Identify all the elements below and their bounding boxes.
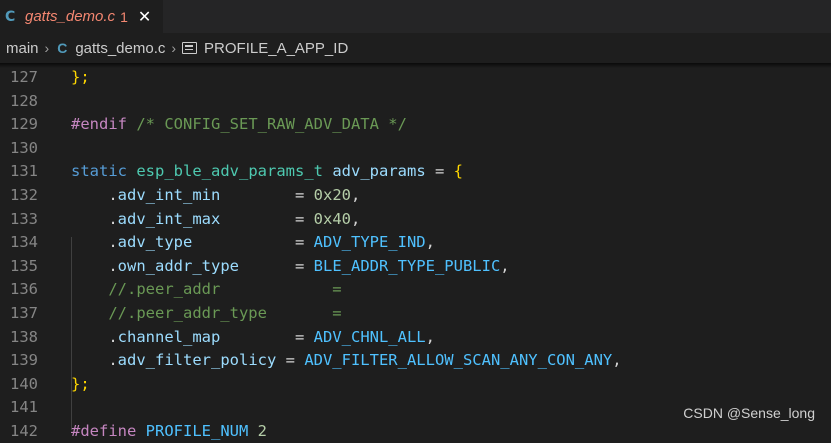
code-token: =: [192, 233, 314, 252]
code-token: =: [220, 209, 314, 228]
code-token: .: [71, 256, 118, 275]
line-number: 131: [10, 162, 38, 181]
code-token: 0x40: [313, 209, 351, 228]
line-number: 135: [10, 256, 38, 275]
line-number: 141: [10, 398, 38, 417]
code-token: =: [220, 186, 314, 204]
code-token: };: [71, 68, 90, 86]
code-text: .adv_type = ADV_TYPE_IND,: [71, 230, 435, 254]
code-line[interactable]: 133 .adv_int_max = 0x40,: [0, 207, 831, 231]
code-text: .adv_int_min = 0x20,: [71, 183, 360, 207]
code-token: //.peer_addr_type =: [71, 304, 342, 322]
code-token: adv_params: [332, 162, 426, 181]
code-text: };: [71, 65, 90, 89]
line-number: 134: [10, 233, 38, 252]
code-token: ADV_TYPE_IND: [313, 233, 426, 252]
line-number: 138: [10, 327, 38, 346]
code-token: 2: [257, 422, 267, 440]
line-number: 133: [10, 209, 38, 228]
scroll-shadow: [0, 63, 831, 68]
code-text: #endif /* CONFIG_SET_RAW_ADV_DATA */: [71, 112, 407, 136]
code-token: adv_type: [117, 233, 193, 252]
code-line[interactable]: 131 static esp_ble_adv_params_t adv_param…: [0, 159, 831, 183]
code-line[interactable]: 138 .channel_map = ADV_CHNL_ALL,: [0, 325, 831, 349]
code-token: .: [71, 209, 118, 228]
code-token: =: [425, 162, 454, 181]
code-line[interactable]: 142 #define PROFILE_NUM 2: [0, 419, 831, 443]
problems-count-badge: 1: [120, 8, 128, 25]
code-token: /* CONFIG_SET_RAW_ADV_DATA */: [127, 115, 407, 134]
code-token: =: [220, 327, 314, 346]
code-text: .adv_int_max = 0x40,: [71, 207, 360, 231]
line-number: 132: [10, 186, 38, 204]
code-line[interactable]: 132 .adv_int_min = 0x20,: [0, 183, 831, 207]
code-token: //.peer_addr =: [71, 280, 342, 299]
code-line[interactable]: 140};: [0, 372, 831, 396]
line-number: 142: [10, 422, 38, 440]
watermark: CSDN @Sense_long: [683, 405, 815, 421]
code-token: ,: [425, 327, 435, 346]
code-token: .: [71, 327, 118, 346]
code-token: 0x20: [313, 186, 351, 204]
line-number: 130: [10, 138, 38, 157]
code-text: };: [71, 372, 90, 396]
code-token: {: [453, 162, 463, 181]
code-line[interactable]: 139 .adv_filter_policy = ADV_FILTER_ALLO…: [0, 348, 831, 372]
code-token: =: [239, 256, 314, 275]
line-number: 127: [10, 68, 38, 86]
code-token: .: [71, 351, 118, 370]
code-line[interactable]: 127};: [0, 65, 831, 89]
code-token: static: [71, 162, 127, 181]
line-number: 140: [10, 374, 38, 393]
code-text: #define PROFILE_NUM 2: [71, 419, 267, 443]
code-line[interactable]: 135 .own_addr_type = BLE_ADDR_TYPE_PUBLI…: [0, 254, 831, 278]
code-token: =: [276, 351, 305, 370]
code-token: ADV_FILTER_ALLOW_SCAN_ANY_CON_ANY: [304, 351, 613, 370]
code-editor[interactable]: 127}; 128 129 #endif /* CONFIG_SET_RAW_ADV_…: [0, 52, 831, 440]
code-text: .adv_filter_policy = ADV_FILTER_ALLOW_SC…: [71, 348, 622, 372]
line-number: 128: [10, 91, 38, 110]
tab-bar: C gatts_demo.c 1 ✕: [0, 0, 831, 33]
code-token: adv_filter_policy: [117, 351, 277, 370]
code-line[interactable]: 136 //.peer_addr =: [0, 277, 831, 301]
c-file-icon: C: [5, 8, 16, 25]
code-token: channel_map: [117, 327, 221, 346]
tab-gatts-demo[interactable]: C gatts_demo.c 1 ✕: [0, 0, 163, 33]
code-line[interactable]: 128: [0, 89, 831, 113]
code-token: BLE_ADDR_TYPE_PUBLIC: [313, 256, 501, 275]
code-token: .: [71, 186, 118, 204]
code-token: PROFILE_NUM: [136, 422, 258, 440]
code-token: ADV_CHNL_ALL: [313, 327, 426, 346]
close-icon[interactable]: ✕: [138, 7, 151, 26]
code-token: esp_ble_adv_params_t: [136, 162, 323, 181]
code-token: ,: [350, 209, 361, 228]
code-text: .own_addr_type = BLE_ADDR_TYPE_PUBLIC,: [71, 254, 510, 278]
code-token: .: [71, 233, 118, 252]
tab-label: gatts_demo.c: [25, 8, 116, 25]
code-token: #endif: [71, 115, 127, 134]
code-token: adv_int_min: [117, 186, 221, 204]
code-line[interactable]: 137 //.peer_addr_type =: [0, 301, 831, 325]
code-text: //.peer_addr_type =: [71, 301, 342, 325]
code-text: //.peer_addr =: [71, 277, 342, 301]
code-text: .channel_map = ADV_CHNL_ALL,: [71, 325, 435, 349]
line-number: 136: [10, 280, 38, 299]
code-token: #define: [71, 422, 137, 440]
code-token: ,: [612, 351, 622, 370]
code-token: };: [71, 374, 90, 393]
code-token: adv_int_max: [117, 209, 221, 228]
code-token: ,: [350, 186, 361, 204]
line-number: 129: [10, 115, 38, 134]
code-token: own_addr_type: [117, 256, 239, 275]
code-line[interactable]: 129 #endif /* CONFIG_SET_RAW_ADV_DATA */: [0, 112, 831, 136]
line-number: 139: [10, 351, 38, 370]
code-line[interactable]: 134 .adv_type = ADV_TYPE_IND,: [0, 230, 831, 254]
code-line[interactable]: 130: [0, 136, 831, 160]
code-text: static esp_ble_adv_params_t adv_params =…: [71, 159, 463, 183]
code-token: ,: [425, 233, 435, 252]
line-number: 137: [10, 304, 38, 322]
code-token: ,: [500, 256, 510, 275]
